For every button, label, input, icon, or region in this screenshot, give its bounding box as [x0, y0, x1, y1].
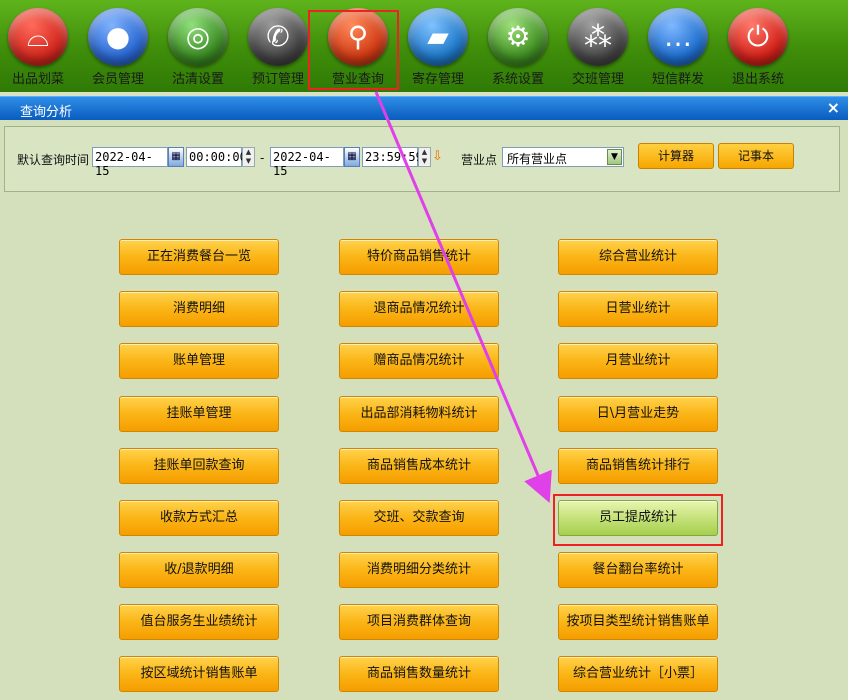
waiter-performance-button[interactable]: 值台服务生业绩统计 [119, 604, 279, 640]
outlet-value: 所有营业点 [507, 152, 568, 166]
sales-ranking-button[interactable]: 商品销售统计排行 [558, 448, 718, 484]
monthly-business-button[interactable]: 月营业统计 [558, 343, 718, 379]
power-icon: ⏻ [728, 8, 788, 66]
plate-icon: ◎ [168, 8, 228, 66]
calendar-icon[interactable]: ▦ [168, 147, 184, 167]
toolbar-item-sms[interactable]: … 短信群发 [640, 2, 720, 88]
window-title: 查询分析 [20, 105, 73, 120]
end-time-input[interactable]: 23:59:59 [362, 147, 423, 167]
toolbar-label: 短信群发 [651, 72, 704, 87]
toolbar-item-members[interactable]: ● 会员管理 [80, 2, 160, 88]
toolbar-label: 预订管理 [251, 72, 304, 87]
message-icon: … [648, 8, 708, 66]
calendar-icon[interactable]: ▦ [344, 147, 360, 167]
toolbar-item-settings[interactable]: ⚙ 系统设置 [480, 2, 560, 88]
toolbar-item-shift[interactable]: ⁂ 交班管理 [560, 2, 640, 88]
time-label: 默认查询时间 [17, 153, 90, 167]
notepad-button[interactable]: 记事本 [718, 143, 794, 169]
dining-tables-in-use-button[interactable]: 正在消费餐台一览 [119, 239, 279, 275]
chevron-down-icon[interactable]: ▼ [607, 149, 622, 165]
sales-quantity-button[interactable]: 商品销售数量统计 [339, 656, 499, 692]
user-icon: ● [88, 8, 148, 66]
receipt-refund-detail-button[interactable]: 收/退款明细 [119, 552, 279, 588]
close-icon[interactable]: × [827, 98, 840, 117]
end-date-input[interactable]: 2022-04-15 [270, 147, 344, 178]
active-toolbar-highlight [308, 10, 399, 90]
start-date-input[interactable]: 2022-04-15 [92, 147, 168, 178]
business-trend-button[interactable]: 日\月营业走势 [558, 396, 718, 432]
overall-business-receipt-button[interactable]: 综合营业统计［小票］ [558, 656, 718, 692]
customer-group-query-button[interactable]: 项目消费群体查询 [339, 604, 499, 640]
kitchen-material-consumption-button[interactable]: 出品部消耗物料统计 [339, 396, 499, 432]
arrow-down-icon[interactable]: ⇩ [432, 149, 443, 164]
end-time-stepper[interactable]: ▲ ▼ [418, 147, 431, 167]
toolbar-item-dispatch[interactable]: ⌓ 出品划菜 [0, 2, 80, 88]
toolbar-label: 交班管理 [571, 72, 624, 87]
window-title-bar: 查询分析 × [0, 96, 848, 120]
consumption-category-button[interactable]: 消费明细分类统计 [339, 552, 499, 588]
daily-business-button[interactable]: 日营业统计 [558, 291, 718, 327]
toolbar-label: 出品划菜 [11, 72, 64, 87]
filter-bar: 默认查询时间 2022-04-15 ▦ 00:00:00 ▲ ▼ - 2022-0… [4, 126, 840, 192]
query-panel: 默认查询时间 2022-04-15 ▦ 00:00:00 ▲ ▼ - 2022-0… [0, 120, 848, 700]
payment-method-summary-button[interactable]: 收款方式汇总 [119, 500, 279, 536]
start-time-input[interactable]: 00:00:00 [186, 147, 247, 167]
toolbar-label: 退出系统 [731, 72, 784, 87]
gear-icon: ⚙ [488, 8, 548, 66]
complimentary-items-button[interactable]: 赠商品情况统计 [339, 343, 499, 379]
sales-cost-button[interactable]: 商品销售成本统计 [339, 448, 499, 484]
date-separator: - [260, 151, 265, 165]
cloche-icon: ⌓ [8, 8, 68, 66]
toolbar-label: 寄存管理 [411, 72, 464, 87]
shift-handover-query-button[interactable]: 交班、交款查询 [339, 500, 499, 536]
toolbar-label: 系统设置 [491, 72, 544, 87]
toolbar-label: 会员管理 [91, 72, 144, 87]
meeting-icon: ⁂ [568, 8, 628, 66]
returned-items-button[interactable]: 退商品情况统计 [339, 291, 499, 327]
calculator-button[interactable]: 计算器 [638, 143, 714, 169]
table-turnover-button[interactable]: 餐台翻台率统计 [558, 552, 718, 588]
consumption-detail-button[interactable]: 消费明细 [119, 291, 279, 327]
outlet-label: 营业点 [461, 153, 498, 167]
toolbar-item-exit[interactable]: ⏻ 退出系统 [720, 2, 800, 88]
bill-management-button[interactable]: 账单管理 [119, 343, 279, 379]
sales-by-area-button[interactable]: 按区域统计销售账单 [119, 656, 279, 692]
bag-icon: ▰ [408, 8, 468, 66]
sales-by-item-type-button[interactable]: 按项目类型统计销售账单 [558, 604, 718, 640]
highlight-box [553, 494, 723, 546]
outlet-select[interactable]: 所有营业点 ▼ [502, 147, 624, 167]
toolbar-label: 沽清设置 [171, 72, 224, 87]
start-time-stepper[interactable]: ▲ ▼ [242, 147, 255, 167]
phone-icon: ✆ [248, 8, 308, 66]
special-price-sales-button[interactable]: 特价商品销售统计 [339, 239, 499, 275]
main-toolbar: ⌓ 出品划菜 ● 会员管理 ◎ 沽清设置 ✆ 预订管理 ⚲ 营业查询 ▰ 寄存管… [0, 0, 848, 92]
toolbar-item-storage[interactable]: ▰ 寄存管理 [400, 2, 480, 88]
overall-business-button[interactable]: 综合营业统计 [558, 239, 718, 275]
toolbar-item-soldout[interactable]: ◎ 沽清设置 [160, 2, 240, 88]
credit-repayment-query-button[interactable]: 挂账单回款查询 [119, 448, 279, 484]
credit-bill-management-button[interactable]: 挂账单管理 [119, 396, 279, 432]
